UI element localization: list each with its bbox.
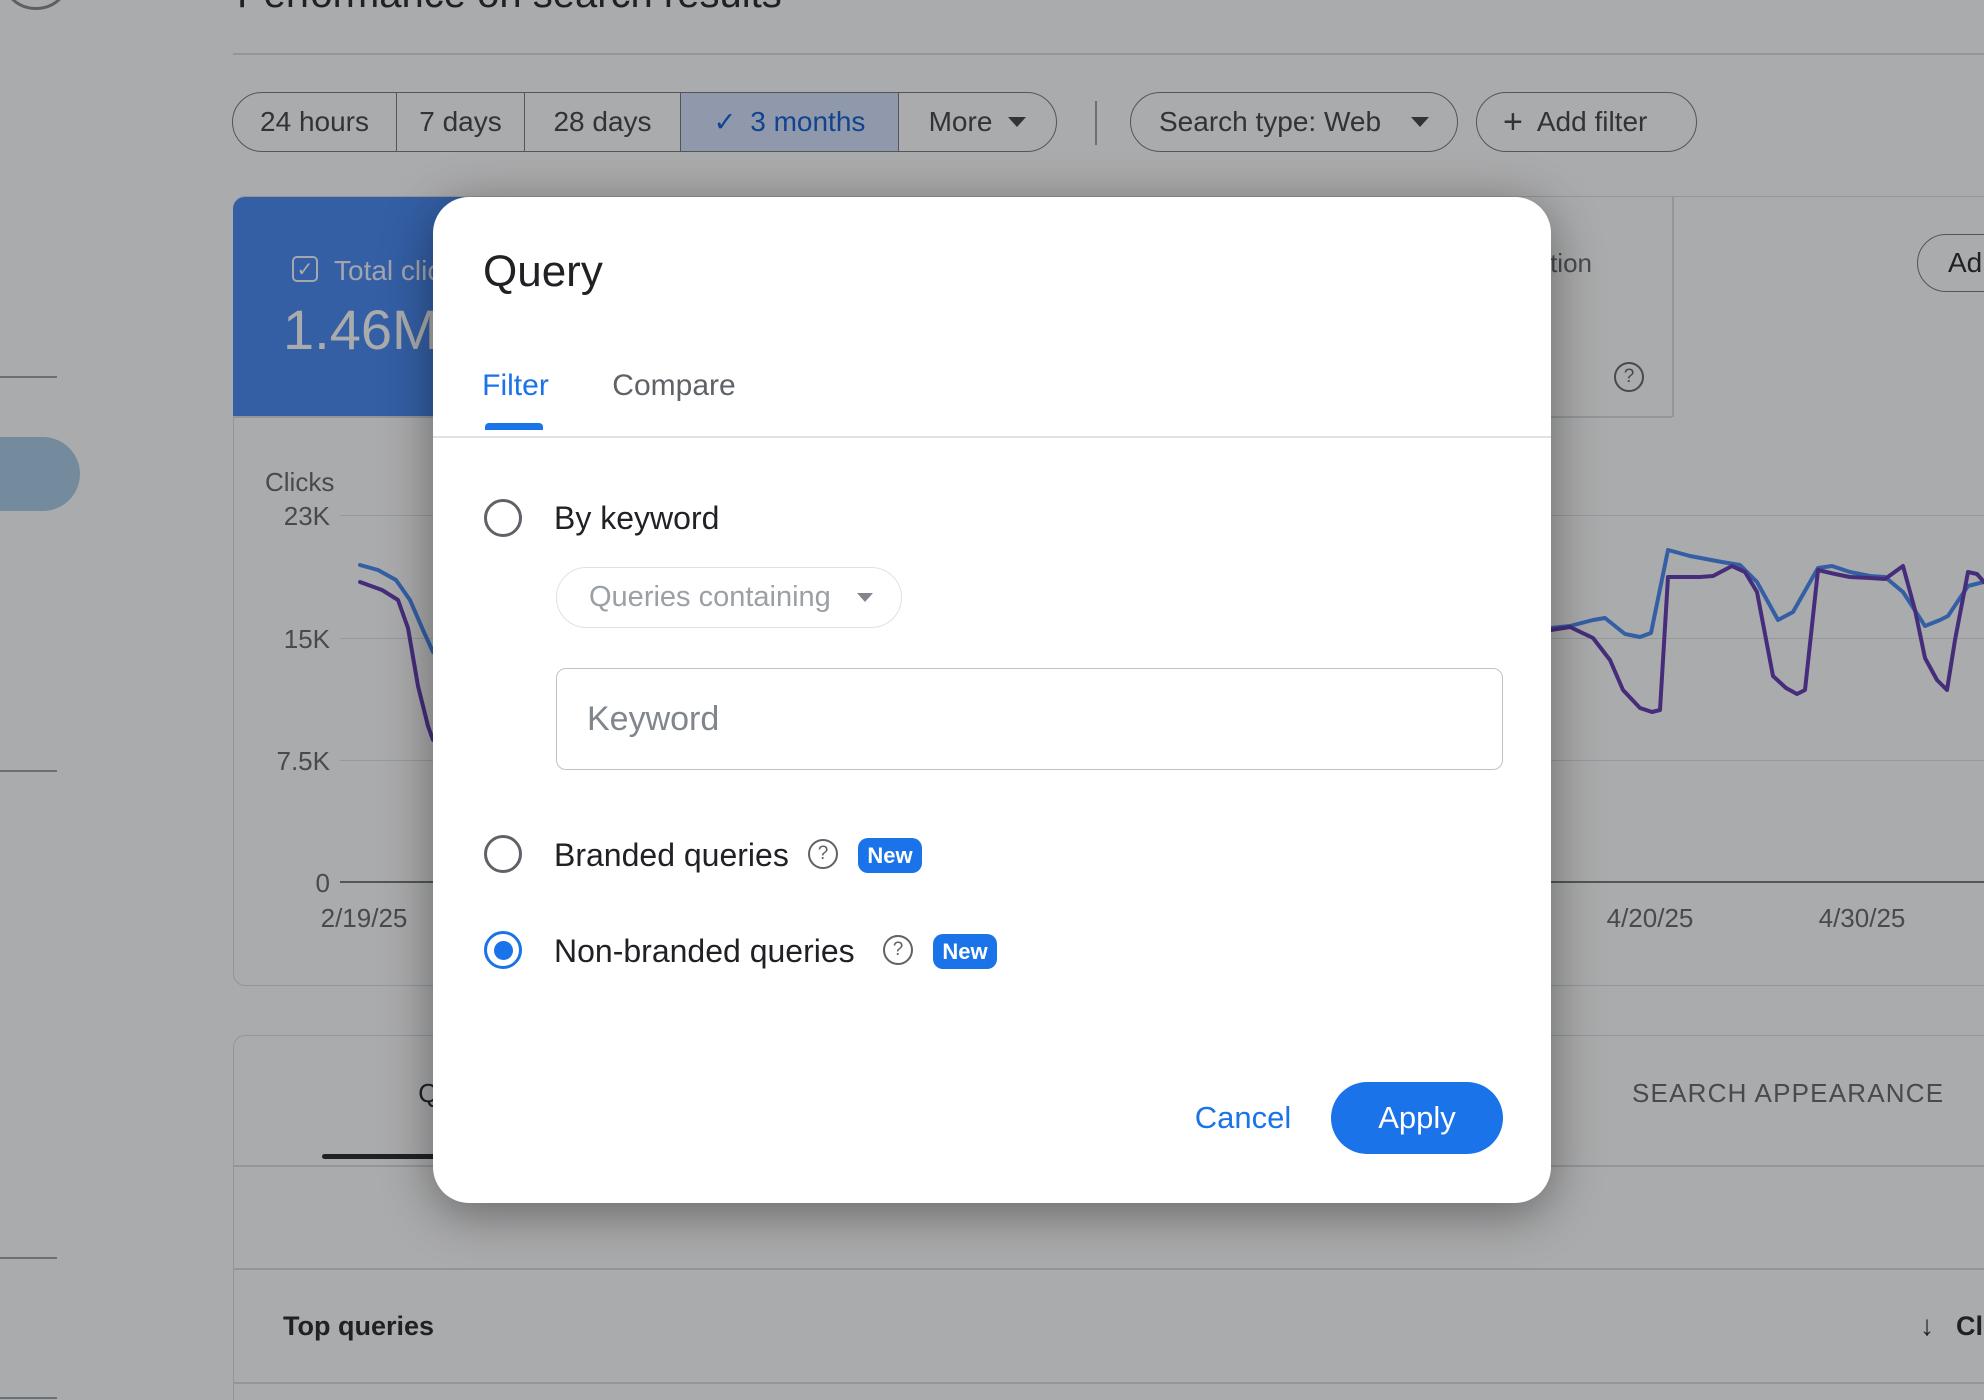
dialog-tab-filter[interactable]: Filter — [473, 369, 558, 403]
cancel-button[interactable]: Cancel — [1183, 1100, 1303, 1136]
new-badge: New — [933, 934, 997, 969]
radio-by-keyword[interactable] — [484, 499, 522, 537]
operator-value: Queries containing — [589, 581, 831, 613]
dialog-tabs-divider — [433, 436, 1551, 438]
query-operator-dropdown[interactable]: Queries containing — [556, 567, 902, 628]
active-tab-underline — [485, 423, 543, 430]
keyword-input[interactable] — [556, 668, 1503, 770]
radio-non-branded-queries[interactable] — [484, 931, 522, 969]
new-badge-label: New — [867, 842, 913, 868]
apply-button[interactable]: Apply — [1331, 1082, 1503, 1154]
google-search-console-screen: Performance on search results 24 hours 7… — [0, 0, 1984, 1400]
new-badge-label: New — [942, 938, 988, 964]
by-keyword-label: By keyword — [554, 500, 720, 536]
dialog-title: Query — [483, 247, 603, 296]
new-badge: New — [858, 838, 922, 873]
help-icon[interactable]: ? — [883, 935, 913, 965]
branded-queries-label: Branded queries — [554, 837, 789, 873]
tab-filter-label: Filter — [482, 369, 549, 402]
chevron-down-icon — [857, 593, 873, 602]
query-filter-dialog: Query Filter Compare By keyword Queries … — [433, 197, 1551, 1203]
help-icon[interactable]: ? — [808, 839, 838, 869]
radio-branded-queries[interactable] — [484, 835, 522, 873]
non-branded-queries-label: Non-branded queries — [554, 933, 855, 969]
dialog-tab-compare[interactable]: Compare — [609, 369, 739, 403]
tab-compare-label: Compare — [612, 369, 736, 402]
